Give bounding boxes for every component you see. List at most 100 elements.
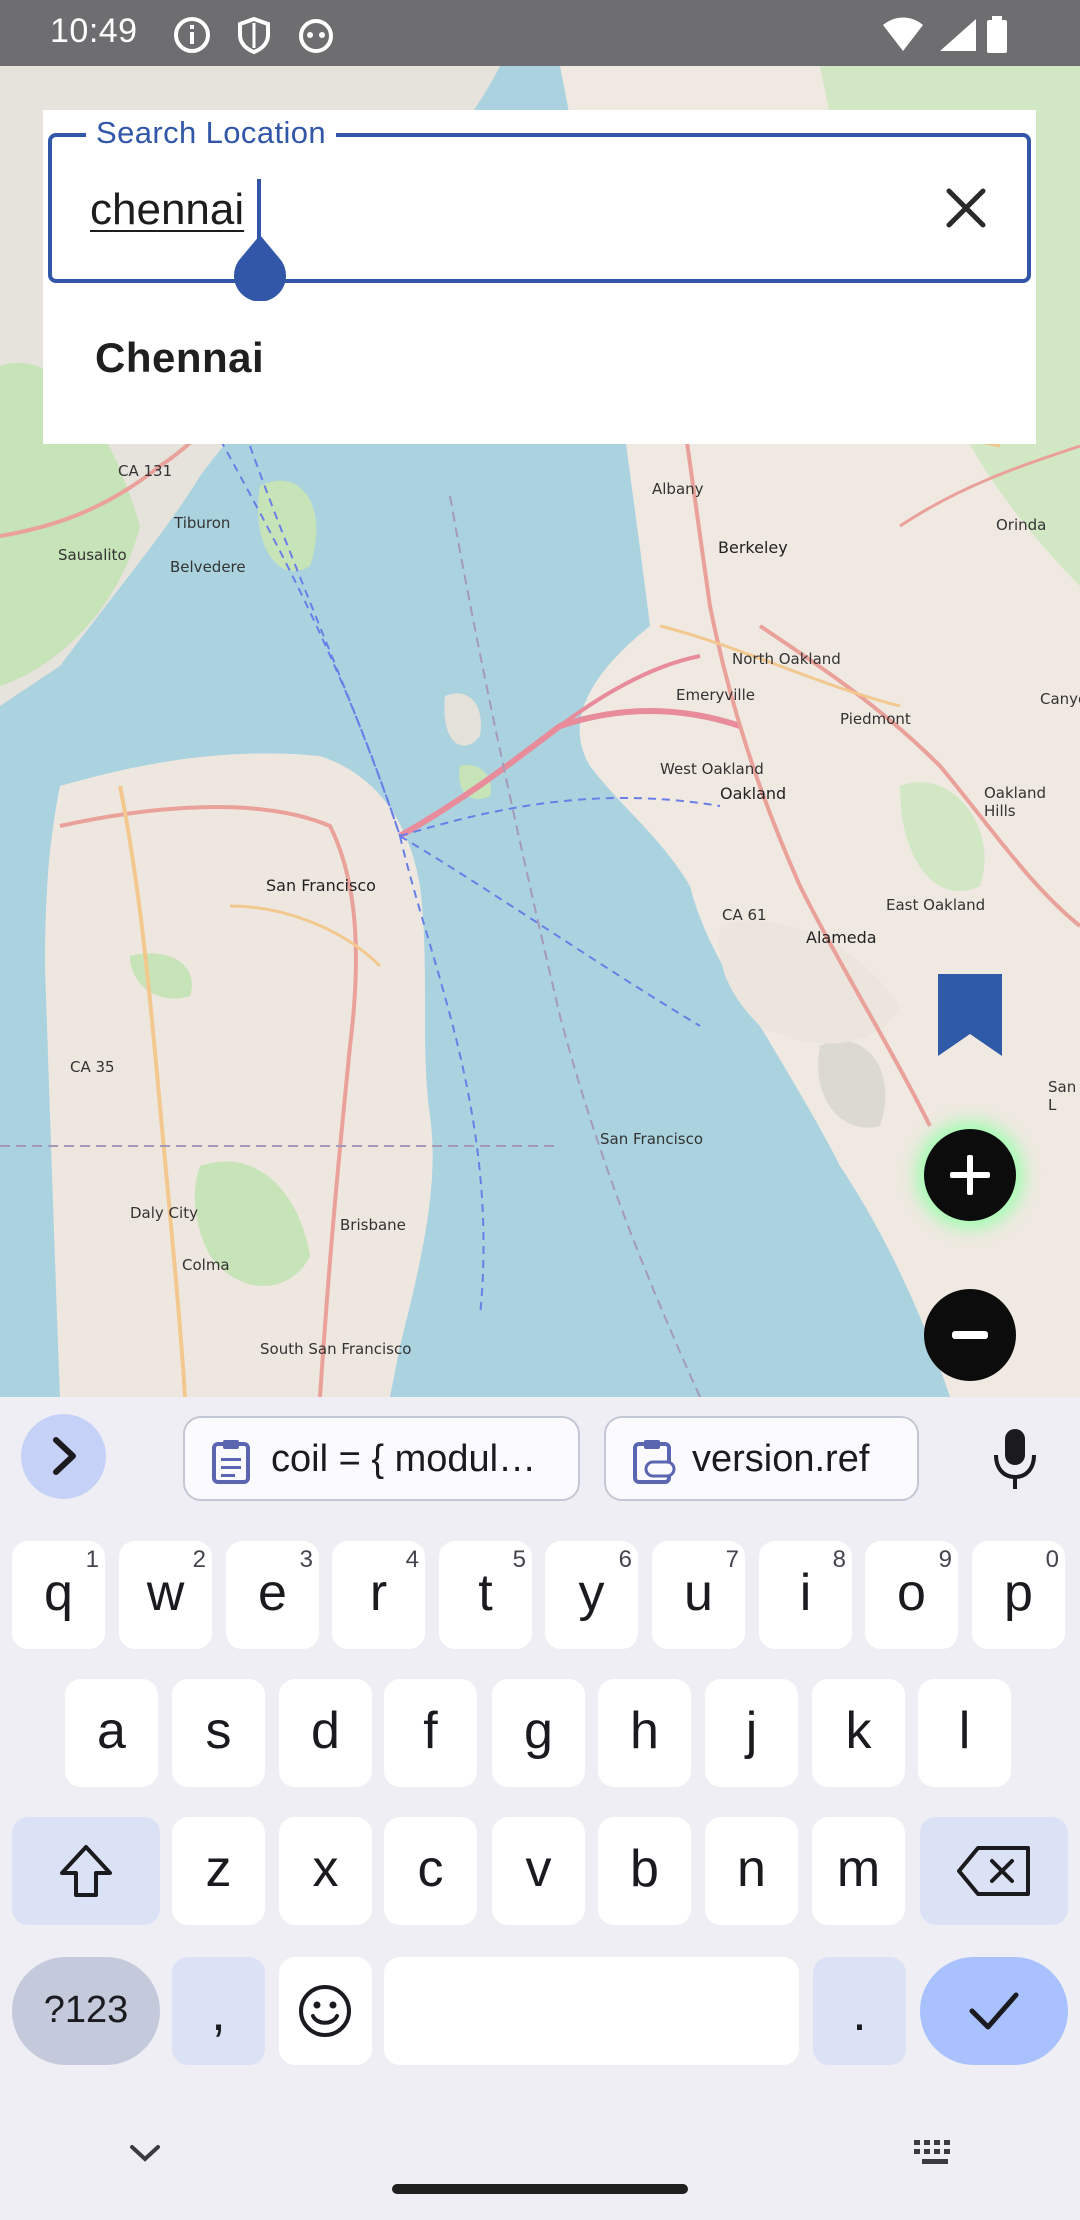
map-label: CA 131 [118,462,173,480]
key-number-hint: 2 [192,1546,206,1573]
key-number-hint: 8 [832,1546,846,1573]
zoom-in-button[interactable] [924,1129,1016,1221]
key-label: a [97,1702,126,1760]
key-number-hint: 3 [299,1546,313,1573]
info-icon [174,17,210,53]
status-time: 10:49 [50,12,138,50]
shift-icon [60,1845,112,1897]
key-label: f [423,1702,438,1760]
backspace-icon [957,1846,1030,1896]
plus-icon [950,1155,990,1195]
key-label: s [205,1702,232,1760]
clipboard-chip[interactable]: coil = { modul… [183,1416,580,1501]
key-t[interactable]: t5 [439,1541,532,1649]
key-label: j [745,1702,758,1760]
search-input-value[interactable]: chennai [90,185,244,235]
key-d[interactable]: d [279,1679,372,1787]
key-l[interactable]: l [918,1679,1011,1787]
key-o[interactable]: o9 [865,1541,958,1649]
map-label: CA 61 [722,906,767,924]
home-indicator[interactable] [392,2184,688,2194]
clipboard-link-chip[interactable]: version.ref [604,1416,919,1501]
navigation-bar [0,2048,1080,2220]
key-u[interactable]: u7 [652,1541,745,1649]
key-y[interactable]: y6 [545,1541,638,1649]
key-label: x [312,1840,339,1898]
map-label: Orinda [996,516,1047,534]
key-label: n [737,1840,766,1898]
key-k[interactable]: k [812,1679,905,1787]
map-label: Oakland [720,784,787,803]
search-input[interactable]: Search Location chennai [48,115,1031,301]
key-label: h [630,1702,659,1760]
expand-suggestions-button[interactable] [21,1414,106,1499]
map-label: San L [1048,1078,1077,1114]
search-label: Search Location [96,115,327,150]
map-label: San Francisco [266,876,376,895]
key-v[interactable]: v [492,1817,585,1925]
microphone-icon[interactable] [990,1427,1040,1491]
key-label: m [836,1840,881,1898]
key-number-hint: 5 [512,1546,526,1573]
period-key-label: . [852,1984,867,2042]
suggestion-item[interactable]: Chennai [43,292,1036,422]
map-label: Oakland Hills [984,784,1047,820]
status-bar: 10:49 [0,0,1080,66]
key-j[interactable]: j [705,1679,798,1787]
key-a[interactable]: a [65,1679,158,1787]
key-c[interactable]: c [384,1817,477,1925]
android-debug-icon [299,19,333,53]
key-label: g [524,1702,553,1760]
zoom-out-button[interactable] [924,1289,1016,1381]
key-number-hint: 7 [725,1546,739,1573]
clipboard-link-chip-label: version.ref [692,1438,870,1480]
map-label: Albany [652,480,704,498]
key-m[interactable]: m [812,1817,905,1925]
hide-keyboard-chevron-icon[interactable] [128,2142,162,2164]
key-q[interactable]: q1 [12,1541,105,1649]
map-label: Alameda [806,928,877,947]
map-label: South San Francisco [260,1340,412,1358]
key-e[interactable]: e3 [226,1541,319,1649]
chevron-right-icon [53,1437,76,1475]
key-f[interactable]: f [384,1679,477,1787]
key-label: l [958,1702,971,1760]
key-h[interactable]: h [598,1679,691,1787]
map-label: Berkeley [718,538,788,557]
backspace-key[interactable] [920,1817,1068,1925]
battery-icon [987,16,1007,53]
key-g[interactable]: g [492,1679,585,1787]
key-r[interactable]: r4 [332,1541,425,1649]
key-z[interactable]: z [172,1817,265,1925]
key-n[interactable]: n [705,1817,798,1925]
shift-key[interactable] [12,1817,160,1925]
map-label: CA 35 [70,1058,115,1076]
keyboard-switch-icon[interactable] [912,2138,958,2168]
cellular-signal-icon [940,19,976,51]
map-label: Colma [182,1256,230,1274]
key-label: b [630,1840,659,1898]
key-p[interactable]: p0 [972,1541,1065,1649]
key-i[interactable]: i8 [759,1541,852,1649]
close-icon[interactable] [939,181,993,235]
suggestion-label: Chennai [95,334,265,381]
key-number-hint: 4 [405,1546,419,1573]
key-w[interactable]: w2 [119,1541,212,1649]
wifi-icon [883,17,923,51]
bookmark-icon[interactable] [938,974,1002,1056]
key-s[interactable]: s [172,1679,265,1787]
key-label: k [845,1702,872,1760]
key-number-hint: 0 [1045,1546,1059,1573]
map-label: Tiburon [174,514,231,532]
key-x[interactable]: x [279,1817,372,1925]
key-b[interactable]: b [598,1817,691,1925]
search-label-container: Search Location [86,115,337,151]
map-label: Brisbane [340,1216,406,1234]
map-label: Piedmont [840,710,911,728]
search-panel: Search Location chennai Chennai [43,110,1036,444]
shield-icon [238,16,270,55]
comma-key-label: , [211,1984,226,2042]
map-label: West Oakland [660,760,764,778]
clipboard-chip-label: coil = { modul… [271,1438,537,1480]
map-label: Sausalito [58,546,127,564]
